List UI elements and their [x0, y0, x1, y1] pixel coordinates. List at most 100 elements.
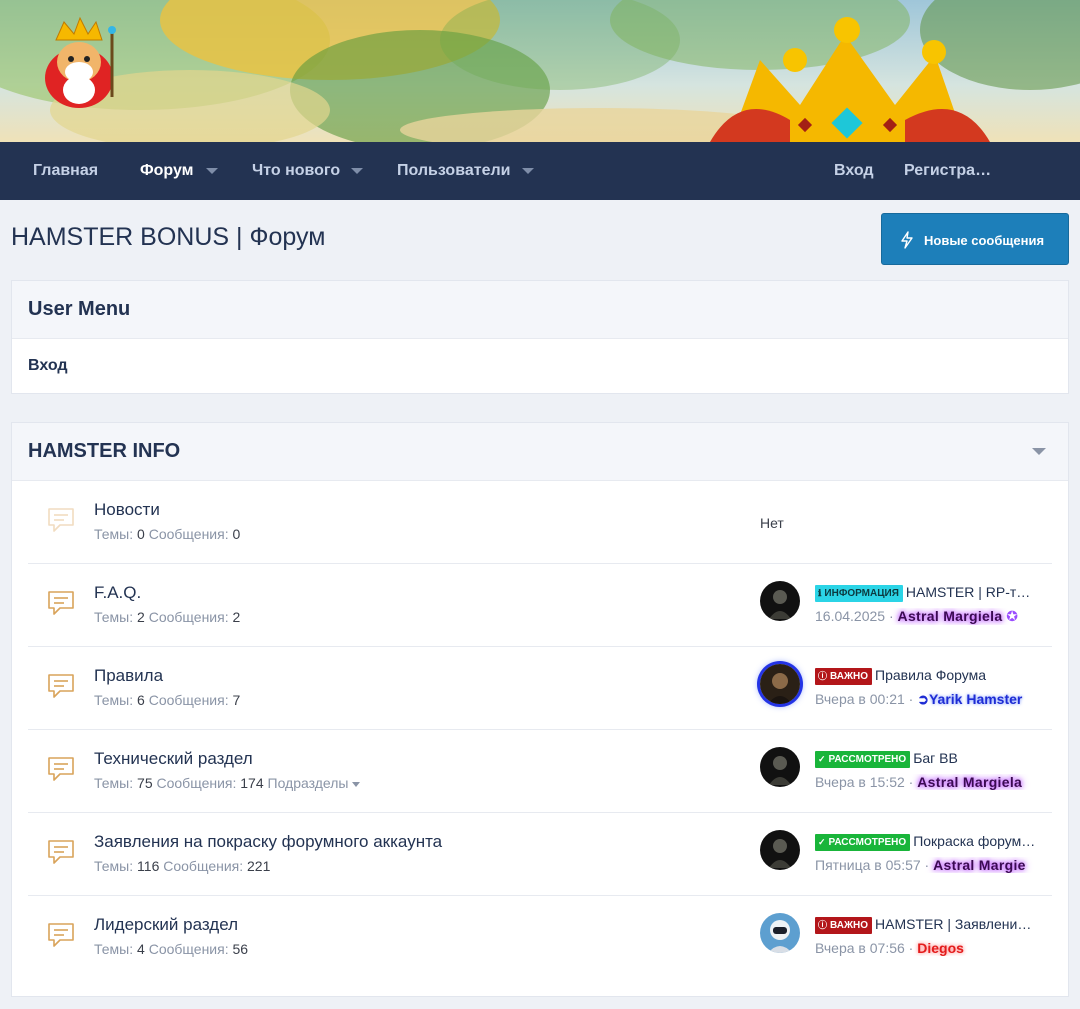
avatar[interactable] [760, 747, 800, 787]
avatar[interactable] [760, 913, 800, 953]
last-post-date: Вчера в 07:56 [815, 940, 905, 956]
nav-members[interactable]: Пользователи [397, 142, 510, 200]
forum-unread-icon [48, 674, 74, 698]
forum-title[interactable]: Правила [94, 666, 163, 686]
forum-title[interactable]: Лидерский раздел [94, 915, 238, 935]
last-thread-title: Покраска форум… [913, 833, 1036, 849]
prefix-badge: ✓ РАССМОТРЕНО [815, 751, 911, 768]
user-badge-icon: ➲ [917, 691, 929, 707]
forum-title[interactable]: Заявления на покраску форумного аккаунта [94, 832, 442, 852]
user-menu-login-link[interactable]: Вход [28, 357, 68, 375]
last-post-user[interactable]: Diegos [917, 940, 964, 956]
threads-count: 0 [137, 526, 145, 542]
threads-label: Темы: [94, 609, 134, 625]
check-icon: ✓ [818, 754, 826, 764]
last-post-date: 16.04.2025 [815, 608, 886, 624]
avatar[interactable] [760, 664, 800, 704]
last-thread-title: Правила Форума [875, 667, 987, 683]
new-posts-button[interactable]: Новые сообщения [881, 213, 1069, 265]
nav-forum[interactable]: Форум [140, 142, 194, 200]
posts-label: Сообщения: [148, 526, 229, 542]
banner-artwork [0, 0, 1080, 142]
nav-home[interactable]: Главная [33, 142, 98, 200]
nav-login[interactable]: Вход [834, 142, 874, 200]
threads-count: 75 [137, 775, 153, 791]
threads-label: Темы: [94, 941, 134, 957]
prefix-badge: ℹ ИНФОРМАЦИЯ [815, 585, 903, 602]
collapse-toggle-icon[interactable] [1032, 448, 1046, 455]
forum-row-rules: Правила Темы: 6 Сообщения: 7 ⓘ ВАЖНО Прави… [28, 647, 1052, 730]
last-post-meta: Вчера в 15:52 · Astral Margiela [815, 774, 1023, 790]
alert-icon: ⓘ [818, 671, 828, 681]
last-post-user[interactable]: Astral Margiela [917, 774, 1022, 790]
posts-count: 174 [240, 775, 264, 791]
forum-stats: Темы: 2 Сообщения: 2 [94, 609, 240, 625]
threads-label: Темы: [94, 526, 134, 542]
posts-label: Сообщения: [148, 941, 229, 957]
last-post-none: Нет [760, 515, 784, 531]
threads-label: Темы: [94, 775, 134, 791]
forum-row-faq: F.A.Q. Темы: 2 Сообщения: 2 ℹ ИНФОРМАЦИЯ H… [28, 564, 1052, 647]
nav-forum-dropdown-icon[interactable] [206, 168, 218, 174]
last-thread-link[interactable]: ℹ ИНФОРМАЦИЯ HAMSTER | RP-т… [815, 584, 1037, 602]
forum-read-icon [48, 508, 74, 532]
posts-label: Сообщения: [156, 775, 237, 791]
forum-unread-icon [48, 923, 74, 947]
posts-label: Сообщения: [148, 609, 229, 625]
user-menu-header: User Menu [12, 281, 1068, 339]
subforums-toggle[interactable]: Подразделы [268, 775, 361, 791]
forum-title[interactable]: F.A.Q. [94, 583, 141, 603]
forum-title[interactable]: Новости [94, 500, 160, 520]
avatar[interactable] [760, 830, 800, 870]
posts-count: 7 [232, 692, 241, 708]
category-block: HAMSTER INFO Новости Темы: 0 Сообщения: … [11, 422, 1069, 997]
bolt-icon [901, 231, 913, 249]
posts-count: 2 [232, 609, 241, 625]
forum-row-color-requests: Заявления на покраску форумного аккаунта… [28, 813, 1052, 896]
threads-count: 2 [137, 609, 145, 625]
last-thread-title: HAMSTER | RP-т… [905, 584, 1031, 600]
avatar[interactable] [760, 581, 800, 621]
forum-unread-icon [48, 757, 74, 781]
forum-row-technical: Технический раздел Темы: 75 Сообщения: 1… [28, 730, 1052, 813]
last-post-meta: Вчера в 00:21 · ➲Yarik Hamster [815, 691, 1023, 707]
posts-label: Сообщения: [163, 858, 244, 874]
threads-label: Темы: [94, 858, 134, 874]
check-icon: ✓ [818, 837, 826, 847]
last-post-date: Вчера в 15:52 [815, 774, 905, 790]
nav-register[interactable]: Регистра… [904, 142, 991, 200]
threads-label: Темы: [94, 692, 134, 708]
alert-icon: ⓘ [818, 920, 828, 930]
nav-whats-new-dropdown-icon[interactable] [351, 168, 363, 174]
prefix-badge: ⓘ ВАЖНО [815, 917, 872, 934]
category-header: HAMSTER INFO [12, 423, 1068, 481]
last-thread-link[interactable]: ✓ РАССМОТРЕНО Баг BB [815, 750, 1037, 768]
last-thread-link[interactable]: ⓘ ВАЖНО Правила Форума [815, 667, 1037, 685]
last-post-date: Пятница в 05:57 [815, 857, 921, 873]
last-post-meta: 16.04.2025 · Astral Margiela ✪ [815, 608, 1019, 624]
nav-members-dropdown-icon[interactable] [522, 168, 534, 174]
forum-stats: Темы: 75 Сообщения: 174 Подразделы [94, 775, 361, 791]
last-post-user[interactable]: Astral Margiela [898, 608, 1003, 624]
last-post-user[interactable]: Yarik Hamster [929, 691, 1022, 707]
forum-unread-icon [48, 840, 74, 864]
forum-stats: Темы: 6 Сообщения: 7 [94, 692, 240, 708]
last-thread-link[interactable]: ✓ РАССМОТРЕНО Покраска форум… [815, 833, 1037, 851]
threads-count: 4 [137, 941, 145, 957]
info-icon: ℹ [818, 588, 822, 598]
forum-title[interactable]: Технический раздел [94, 749, 253, 769]
posts-label: Сообщения: [148, 692, 229, 708]
nav-whats-new[interactable]: Что нового [252, 142, 340, 200]
hamster-logo [45, 16, 116, 108]
last-thread-title: HAMSTER | Заявление… [875, 916, 1037, 932]
last-post-user[interactable]: Astral Margie [933, 857, 1026, 873]
category-title: HAMSTER INFO [28, 440, 181, 462]
last-thread-link[interactable]: ⓘ ВАЖНО HAMSTER | Заявление… [815, 916, 1037, 934]
posts-count: 56 [232, 941, 249, 957]
threads-count: 6 [137, 692, 145, 708]
prefix-badge: ⓘ ВАЖНО [815, 668, 872, 685]
user-menu-block: User Menu Вход [11, 280, 1069, 394]
last-thread-title: Баг BB [913, 750, 958, 766]
header-banner [0, 0, 1080, 142]
forum-stats: Темы: 4 Сообщения: 56 [94, 941, 248, 957]
